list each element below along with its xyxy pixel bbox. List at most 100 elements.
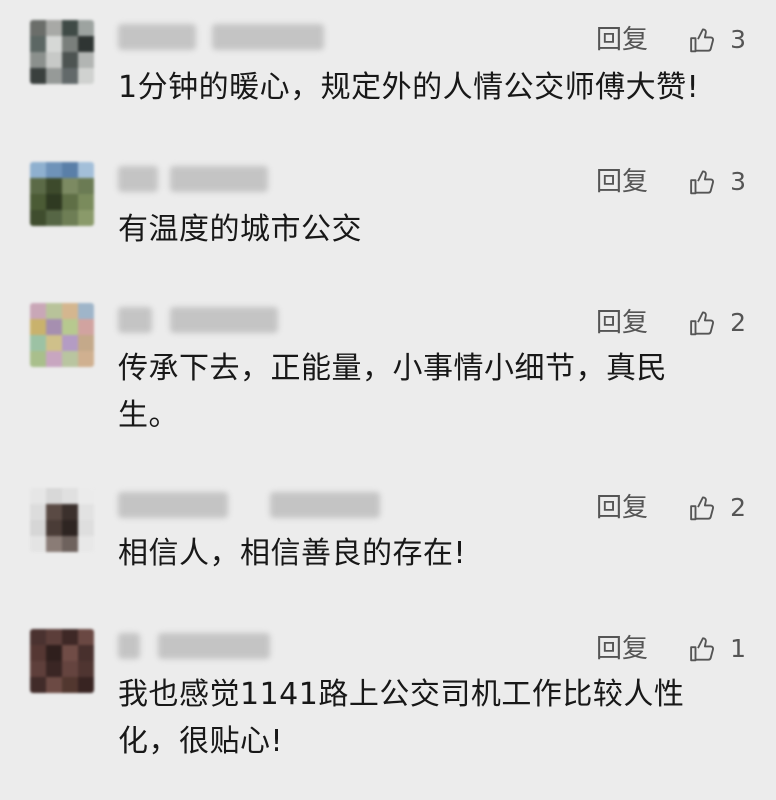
avatar-pixel <box>62 36 78 52</box>
avatar-pixel <box>78 194 94 210</box>
avatar-pixel <box>30 504 46 520</box>
avatar-pixel <box>78 319 94 335</box>
avatar-pixel <box>30 520 46 536</box>
avatar-pixel <box>30 68 46 84</box>
comment-item: 回复 3 有温度的城市公交 <box>0 162 776 262</box>
avatar-pixel <box>62 629 78 645</box>
avatar[interactable] <box>30 162 94 226</box>
comment-text: 我也感觉1141路上公交司机工作比较人性化，很贴心! <box>118 677 685 759</box>
avatar[interactable] <box>30 629 94 693</box>
comment-text: 传承下去，正能量，小事情小细节，真民生。 <box>118 351 667 433</box>
avatar-pixel <box>62 68 78 84</box>
reply-button[interactable]: 回复 <box>596 488 648 528</box>
avatar-pixel <box>78 677 94 693</box>
avatar-pixel <box>78 20 94 36</box>
avatar-pixel <box>78 335 94 351</box>
avatar-pixel <box>62 335 78 351</box>
avatar-pixel <box>46 335 62 351</box>
reply-button[interactable]: 回复 <box>596 20 648 60</box>
avatar-pixel <box>46 178 62 194</box>
avatar-pixel <box>78 68 94 84</box>
avatar-pixel <box>62 52 78 68</box>
like-button[interactable]: 3 <box>688 162 746 202</box>
avatar[interactable] <box>30 303 94 367</box>
avatar-pixel <box>62 520 78 536</box>
avatar-pixel <box>78 303 94 319</box>
avatar-pixel <box>30 661 46 677</box>
avatar-pixel <box>30 645 46 661</box>
avatar-pixel <box>78 520 94 536</box>
avatar-pixel <box>62 661 78 677</box>
avatar-pixel <box>30 52 46 68</box>
avatar-pixel <box>62 20 78 36</box>
avatar[interactable] <box>30 488 94 552</box>
avatar-pixel <box>46 36 62 52</box>
avatar-pixel <box>62 677 78 693</box>
avatar-pixel <box>78 210 94 226</box>
avatar-pixel <box>78 536 94 552</box>
comment-item: 回复 1 我也感觉1141路上公交司机工作比较人性化，很贴心! <box>0 629 776 779</box>
avatar-pixel <box>46 20 62 36</box>
avatar-pixel <box>30 629 46 645</box>
avatar-pixel <box>46 303 62 319</box>
avatar[interactable] <box>30 20 94 84</box>
like-count: 3 <box>730 167 746 196</box>
comment-item: 回复 2 相信人，相信善良的存在! <box>0 488 776 588</box>
avatar-pixel <box>30 36 46 52</box>
avatar-pixel <box>78 162 94 178</box>
avatar-pixel <box>78 36 94 52</box>
avatar-pixel <box>30 677 46 693</box>
avatar-pixel <box>78 504 94 520</box>
like-button[interactable]: 3 <box>688 20 746 60</box>
reply-button[interactable]: 回复 <box>596 303 648 343</box>
avatar-pixel <box>62 303 78 319</box>
avatar-pixel <box>30 20 46 36</box>
avatar-pixel <box>46 210 62 226</box>
thumbs-up-icon <box>690 496 715 521</box>
avatar-pixel <box>62 210 78 226</box>
avatar-pixel <box>62 351 78 367</box>
avatar-pixel <box>30 178 46 194</box>
avatar-pixel <box>46 194 62 210</box>
like-button[interactable]: 2 <box>688 488 746 528</box>
avatar-pixel <box>62 319 78 335</box>
avatar-pixel <box>46 629 62 645</box>
reply-button[interactable]: 回复 <box>596 629 648 669</box>
avatar-pixel <box>78 351 94 367</box>
avatar-pixel <box>62 504 78 520</box>
comment-item: 回复 3 1分钟的暖心，规定外的人情公交师傅大赞! <box>0 20 776 130</box>
avatar-pixel <box>46 661 62 677</box>
avatar-pixel <box>46 677 62 693</box>
like-count: 2 <box>730 493 746 522</box>
avatar-pixel <box>46 319 62 335</box>
avatar-pixel <box>46 645 62 661</box>
avatar-pixel <box>30 162 46 178</box>
avatar-pixel <box>46 68 62 84</box>
avatar-pixel <box>78 645 94 661</box>
thumbs-up-icon <box>690 170 715 195</box>
avatar-pixel <box>30 536 46 552</box>
avatar-pixel <box>62 194 78 210</box>
thumbs-up-icon <box>690 311 715 336</box>
avatar-pixel <box>30 335 46 351</box>
avatar-pixel <box>78 178 94 194</box>
avatar-pixel <box>62 645 78 661</box>
avatar-pixel <box>78 488 94 504</box>
avatar-pixel <box>46 488 62 504</box>
avatar-pixel <box>46 351 62 367</box>
avatar-pixel <box>30 351 46 367</box>
avatar-pixel <box>78 52 94 68</box>
like-count: 1 <box>730 634 746 663</box>
avatar-pixel <box>30 319 46 335</box>
like-button[interactable]: 2 <box>688 303 746 343</box>
avatar-pixel <box>46 504 62 520</box>
avatar-pixel <box>30 303 46 319</box>
like-button[interactable]: 1 <box>688 629 746 669</box>
reply-button[interactable]: 回复 <box>596 162 648 202</box>
avatar-pixel <box>46 536 62 552</box>
comment-text: 有温度的城市公交 <box>118 212 362 247</box>
thumbs-up-icon <box>690 637 715 662</box>
avatar-pixel <box>78 661 94 677</box>
comment-item: 回复 2 传承下去，正能量，小事情小细节，真民生。 <box>0 303 776 433</box>
avatar-pixel <box>46 520 62 536</box>
